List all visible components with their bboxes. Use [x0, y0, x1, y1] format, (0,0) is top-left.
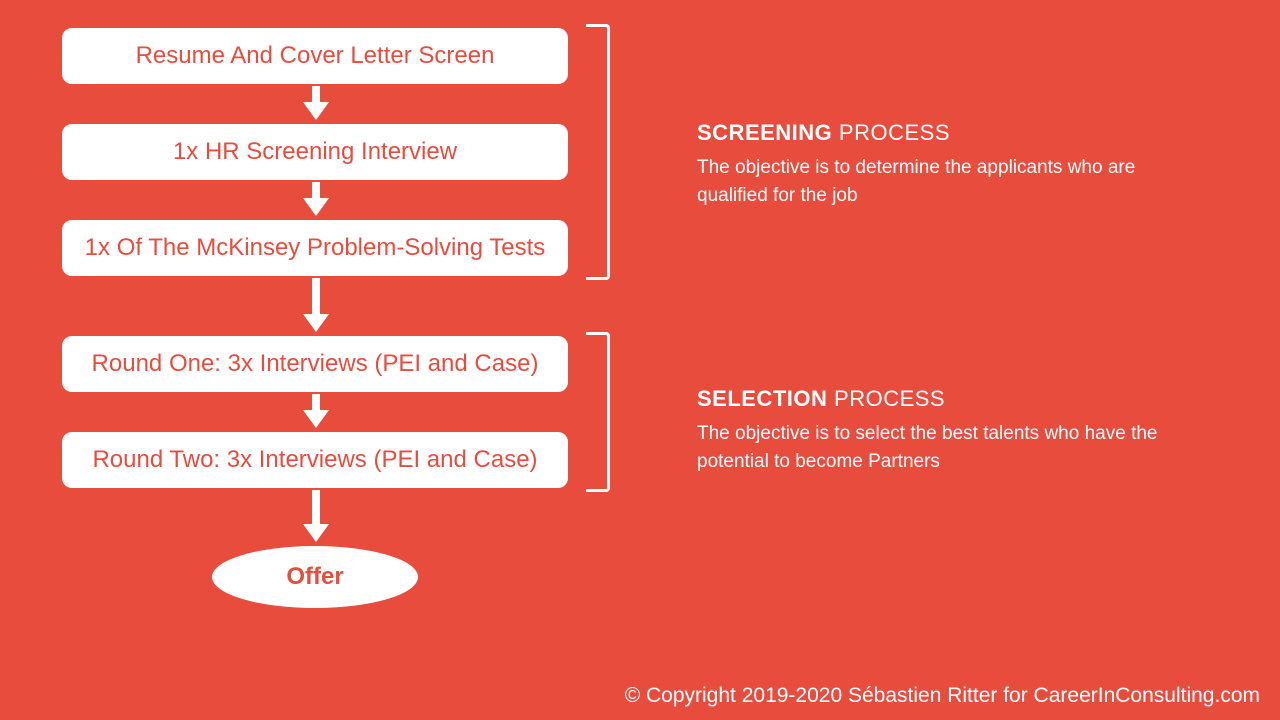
arrow-down-icon: [303, 86, 329, 120]
diagram-stage: Resume And Cover Letter Screen 1x HR Scr…: [0, 0, 1280, 720]
arrow-down-icon: [303, 182, 329, 216]
screening-title: SCREENING PROCESS: [697, 120, 950, 146]
bracket-screening: [586, 24, 610, 280]
step-resume-screen: Resume And Cover Letter Screen: [62, 28, 568, 84]
copyright-text: © Copyright 2019-2020 Sébastien Ritter f…: [625, 684, 1260, 708]
step-problem-solving-test: 1x Of The McKinsey Problem-Solving Tests: [62, 220, 568, 276]
selection-title: SELECTION PROCESS: [697, 386, 945, 412]
screening-desc: The objective is to determine the applic…: [697, 154, 1137, 209]
arrow-down-icon: [303, 490, 329, 542]
arrow-down-icon: [303, 394, 329, 428]
step-offer: Offer: [212, 546, 418, 608]
screening-title-bold: SCREENING: [697, 120, 832, 145]
step-round-two: Round Two: 3x Interviews (PEI and Case): [62, 432, 568, 488]
step-hr-screening: 1x HR Screening Interview: [62, 124, 568, 180]
bracket-selection: [586, 332, 610, 492]
selection-desc: The objective is to select the best tale…: [697, 420, 1167, 475]
step-round-one: Round One: 3x Interviews (PEI and Case): [62, 336, 568, 392]
selection-title-bold: SELECTION: [697, 386, 827, 411]
screening-title-light: PROCESS: [832, 120, 950, 145]
selection-title-light: PROCESS: [827, 386, 945, 411]
arrow-down-icon: [303, 278, 329, 332]
